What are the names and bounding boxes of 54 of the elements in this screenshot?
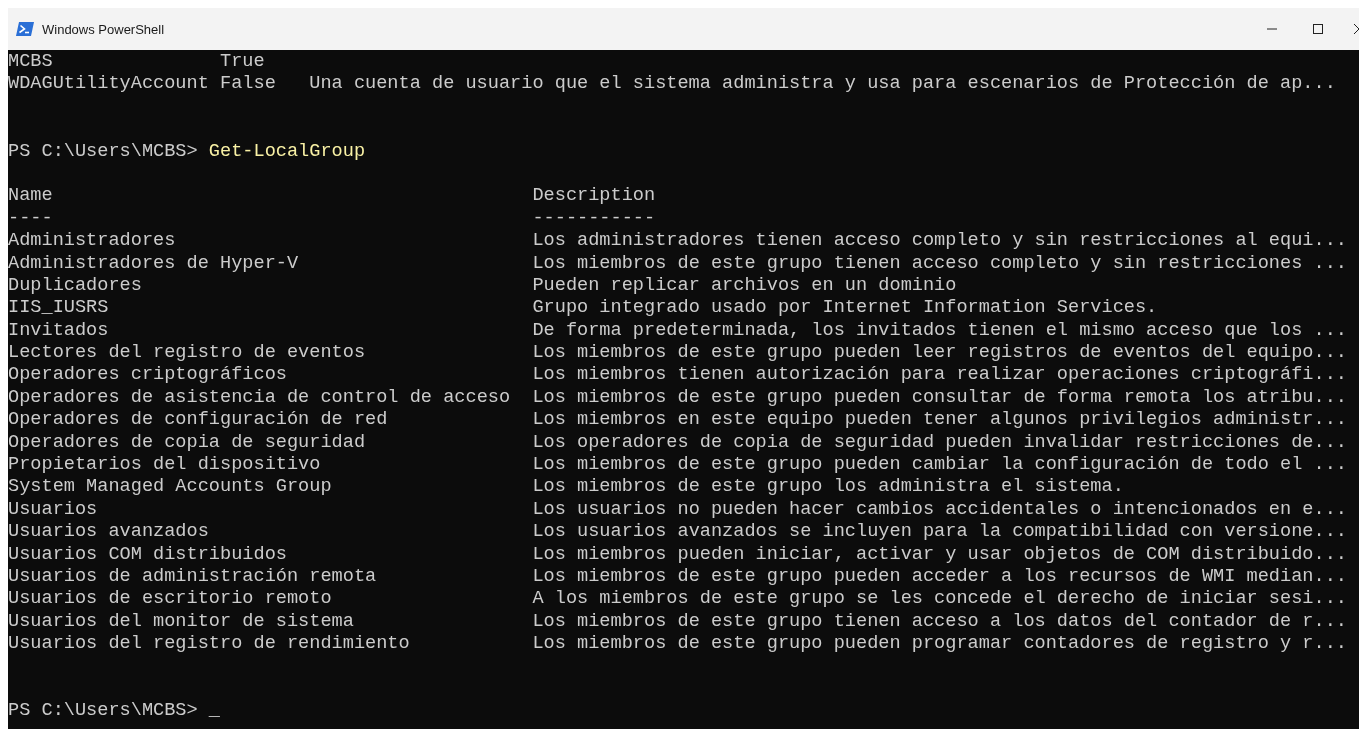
group-name: Usuarios [8,498,99,522]
prompt-text: PS C:\Users\MCBS> [8,700,198,723]
group-description: De forma predeterminada, los invitados tienen el mismo acceso que los ... [532,319,1347,343]
group-name: Operadores criptográficos [8,364,288,387]
output-text: False [220,73,277,96]
group-description: Los miembros de este grupo pueden cambiar la configuración de todo el ... [532,454,1347,477]
group-name: Administradores [8,230,177,253]
group-name: System Managed Accounts Group [8,476,333,499]
group-description: Pueden replicar archivos en un dominio [532,274,957,298]
group-description: Los usuarios avanzados se incluyen para la compatibilidad con versione... [532,521,1347,544]
group-description: Grupo integrado usado por Internet Information Services. [532,297,1158,320]
group-description: Los miembros en este equipo pueden tener algunos privilegios administr... [532,409,1347,432]
window-title: Windows PowerShell [42,21,165,37]
powershell-icon [16,22,34,36]
prompt-text: PS C:\Users\MCBS> [8,140,198,163]
group-name: Usuarios de administración remota [8,566,378,589]
group-name: Duplicadores [8,274,143,298]
group-description: Los miembros de este grupo pueden acceder a los recursos de WMI median... [532,566,1347,589]
group-name: Operadores de asistencia de control de acceso [8,386,512,410]
group-description: Los miembros tienen autorización para realizar operaciones criptográfi... [532,364,1347,387]
group-name: Usuarios avanzados [8,521,210,544]
header-underline: ----------- [532,207,656,231]
group-name: Propietarios del dispositivo [8,454,322,477]
group-description: Los miembros pueden iniciar, activar y usar objetos de COM distribuido... [532,543,1347,566]
group-description: Los usuarios no pueden hacer cambios accidentales o intencionados en e... [532,498,1347,522]
output-text: MCBS [8,51,54,74]
text-cursor: _ [208,700,220,723]
group-name: IIS_IUSRS [8,297,110,320]
group-description: Los miembros de este grupo pueden programar contadores de registro y r... [532,633,1347,656]
group-description: Los administradores tienen acceso completo y sin restricciones al equi... [532,230,1347,253]
command-text: Get-LocalGroup [208,140,366,163]
group-name: Usuarios del registro de rendimiento [8,633,411,656]
group-description: Los miembros de este grupo pueden consultar de forma remota los atribu... [532,386,1347,410]
group-name: Invitados [8,319,110,343]
group-name: Usuarios del monitor de sistema [8,610,355,634]
header-underline: ---- [8,207,54,231]
group-name: Operadores de copia de seguridad [8,431,367,455]
group-description: Los miembros de este grupo tienen acceso a los datos del contador de r... [532,610,1347,634]
group-name: Administradores de Hyper-V [8,252,300,275]
maximize-icon [1312,23,1324,35]
group-description: Los operadores de copia de seguridad pueden invalidar restricciones de... [532,431,1347,455]
group-name: Usuarios de escritorio remoto [8,588,333,611]
column-header: Description [532,185,656,208]
group-description: Los miembros de este grupo tienen acceso completo y sin restricciones ... [532,252,1347,275]
group-name: Operadores de configuración de red [8,409,389,432]
group-description: A los miembros de este grupo se les concede el derecho de iniciar sesi... [532,588,1347,611]
group-name: Lectores del registro de eventos [8,342,367,365]
group-name: Usuarios COM distribuidos [8,543,288,566]
output-text: Una cuenta de usuario que el sistema administra y usa para escenarios de Protección de ap... [309,73,1336,96]
column-header: Name [8,185,54,208]
group-description: Los miembros de este grupo los administra el sistema. [532,476,1124,499]
output-text: WDAGUtilityAccount [8,73,210,96]
group-description: Los miembros de este grupo pueden leer registros de eventos del equipo... [532,342,1347,365]
output-text: True [220,51,266,74]
